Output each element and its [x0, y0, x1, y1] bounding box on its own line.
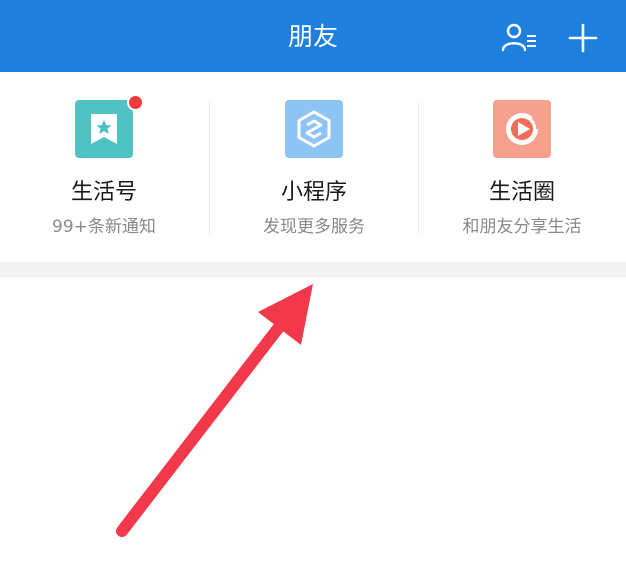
feature-subtitle: 和朋友分享生活: [462, 217, 582, 237]
header-bar: 朋友: [0, 0, 626, 72]
mini-program-icon: [285, 100, 343, 158]
plus-icon: [568, 23, 598, 53]
contacts-button[interactable]: [500, 18, 540, 58]
feature-life-account[interactable]: 生活号 99+条新通知: [0, 72, 208, 262]
feature-label: 生活号: [70, 180, 137, 205]
add-button[interactable]: [563, 18, 603, 58]
feature-label: 小程序: [280, 180, 347, 205]
feature-subtitle: 99+条新通知: [52, 217, 156, 237]
feature-label: 生活圈: [488, 180, 555, 205]
feature-life-circle[interactable]: 生活圈 和朋友分享生活: [418, 72, 626, 262]
contacts-icon: [501, 23, 536, 52]
life-circle-icon: [493, 100, 551, 158]
feature-subtitle: 发现更多服务: [263, 217, 365, 237]
life-account-icon: [75, 100, 133, 158]
notification-dot: [127, 94, 144, 111]
feature-mini-program[interactable]: 小程序 发现更多服务: [210, 72, 418, 262]
section-separator: [0, 262, 626, 278]
feature-entries: 生活号 99+条新通知 小程序 发现更多服务 生活圈 和朋友分享生活: [0, 72, 626, 262]
